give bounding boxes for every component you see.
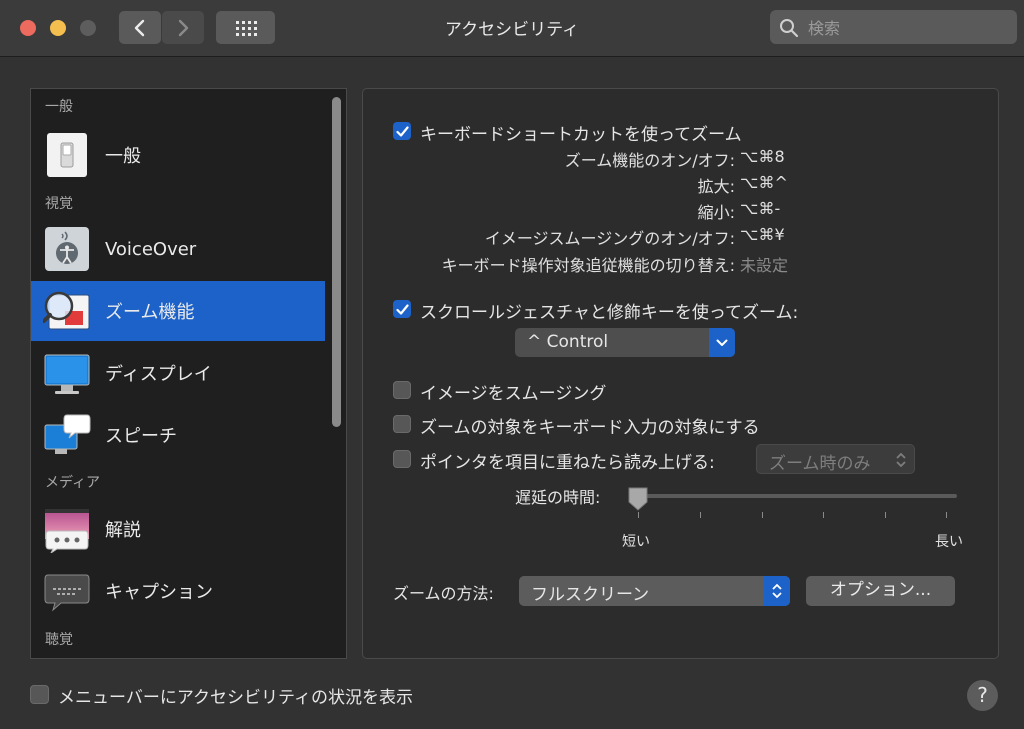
zoom-style-popup[interactable]: フルスクリーン <box>519 576 790 606</box>
hover-speak-label: ポインタを項目に重ねたら読み上げる: <box>420 453 715 473</box>
up-down-arrows-icon <box>895 451 907 474</box>
keyboard-shortcuts-label: キーボードショートカットを使ってズーム <box>420 125 742 145</box>
sidebar-item-label: 解説 <box>105 520 141 541</box>
hover-speak-mode-popup[interactable]: ズーム時のみ <box>756 444 915 474</box>
up-down-arrows-icon <box>764 576 790 606</box>
smooth-images-label: イメージをスムージング <box>420 384 607 404</box>
sidebar-item-zoom[interactable]: ズーム機能 <box>31 281 325 341</box>
sidebar-item-speech[interactable]: スピーチ <box>31 405 325 465</box>
section-header-general: 一般 <box>45 99 73 115</box>
sidebar-item-display[interactable]: ディスプレイ <box>31 343 325 403</box>
smooth-images-checkbox[interactable] <box>393 381 411 399</box>
shortcut-value-smoothing: ⌥⌘¥ <box>740 225 785 244</box>
slider-tick <box>638 512 639 518</box>
sidebar-item-label: VoiceOver <box>105 238 197 260</box>
section-header-media: メディア <box>45 475 101 491</box>
general-switch-icon <box>43 131 91 179</box>
follow-keyboard-focus-checkbox[interactable] <box>393 415 411 433</box>
sidebar-scroll-thumb[interactable] <box>332 97 341 427</box>
descriptions-icon <box>43 505 91 555</box>
shortcut-value-focus-follow: 未設定 <box>740 256 789 275</box>
title-bar: アクセシビリティ <box>0 0 1024 57</box>
sidebar-item-descriptions[interactable]: 解説 <box>31 499 325 559</box>
shortcut-value-zoom-out: ⌥⌘- <box>740 199 781 218</box>
zoom-settings-panel <box>362 88 999 659</box>
slider-tick <box>700 512 701 518</box>
shortcut-label-zoom-in: 拡大: <box>697 177 735 196</box>
sidebar-item-captions[interactable]: キャプション <box>31 561 325 621</box>
captions-icon <box>43 567 91 615</box>
shortcut-label-toggle-zoom: ズーム機能のオン/オフ: <box>564 151 735 170</box>
follow-keyboard-focus-label: ズームの対象をキーボード入力の対象にする <box>420 418 760 438</box>
shortcut-label-focus-follow: キーボード操作対象追従機能の切り替え: <box>441 256 735 275</box>
modifier-key-value: ^ Control <box>527 332 609 352</box>
sidebar-item-general[interactable]: 一般 <box>31 125 325 185</box>
slider-tick <box>823 512 824 518</box>
delay-slider-track[interactable] <box>637 494 957 498</box>
sidebar-item-label: ディスプレイ <box>105 364 212 385</box>
sidebar[interactable]: 一般 一般 視覚 VoiceOver ズーム機能 ディスプレイ スピーチ メディ… <box>30 88 347 659</box>
help-button[interactable]: ? <box>967 680 998 711</box>
speech-icon <box>43 411 91 459</box>
search-field[interactable] <box>770 10 1017 44</box>
sidebar-item-voiceover[interactable]: VoiceOver <box>31 219 325 279</box>
sidebar-item-label: ズーム機能 <box>105 302 195 323</box>
delay-label: 遅延の時間: <box>515 488 601 507</box>
section-header-hearing: 聴覚 <box>45 632 73 648</box>
chevron-down-icon <box>709 328 735 357</box>
shortcut-label-smoothing: イメージスムージングのオン/オフ: <box>484 229 735 248</box>
display-icon <box>43 349 91 397</box>
slider-tick <box>885 512 886 518</box>
scroll-gesture-label: スクロールジェスチャと修飾キーを使ってズーム: <box>420 303 799 323</box>
voiceover-icon <box>43 225 91 273</box>
hover-speak-mode-value: ズーム時のみ <box>769 454 871 474</box>
scroll-gesture-checkbox[interactable] <box>393 300 411 318</box>
section-header-vision: 視覚 <box>45 196 73 212</box>
delay-max-label: 長い <box>935 534 963 550</box>
hover-speak-checkbox[interactable] <box>393 450 411 468</box>
search-input[interactable] <box>806 15 1010 41</box>
show-status-in-menubar-checkbox[interactable] <box>30 685 49 704</box>
delay-min-label: 短い <box>622 534 650 550</box>
shortcut-value-zoom-in: ⌥⌘^ <box>740 173 788 192</box>
zoom-icon <box>42 287 91 335</box>
checkmark-icon <box>395 125 409 137</box>
keyboard-shortcuts-checkbox[interactable] <box>393 122 411 140</box>
slider-tick <box>762 512 763 518</box>
zoom-options-button[interactable]: オプション... <box>806 576 955 606</box>
sidebar-item-label: キャプション <box>105 582 213 603</box>
sidebar-item-label: 一般 <box>105 146 141 167</box>
modifier-key-popup[interactable]: ^ Control <box>515 328 735 357</box>
zoom-style-label: ズームの方法: <box>393 584 494 603</box>
slider-tick <box>946 512 947 518</box>
checkmark-icon <box>395 303 409 315</box>
shortcut-value-toggle-zoom: ⌥⌘8 <box>740 147 785 166</box>
sidebar-item-label: スピーチ <box>105 426 177 447</box>
shortcut-label-zoom-out: 縮小: <box>697 203 735 222</box>
zoom-style-value: フルスクリーン <box>531 585 650 605</box>
show-status-in-menubar-label: メニューバーにアクセシビリティの状況を表示 <box>58 688 413 708</box>
search-icon <box>780 19 799 38</box>
